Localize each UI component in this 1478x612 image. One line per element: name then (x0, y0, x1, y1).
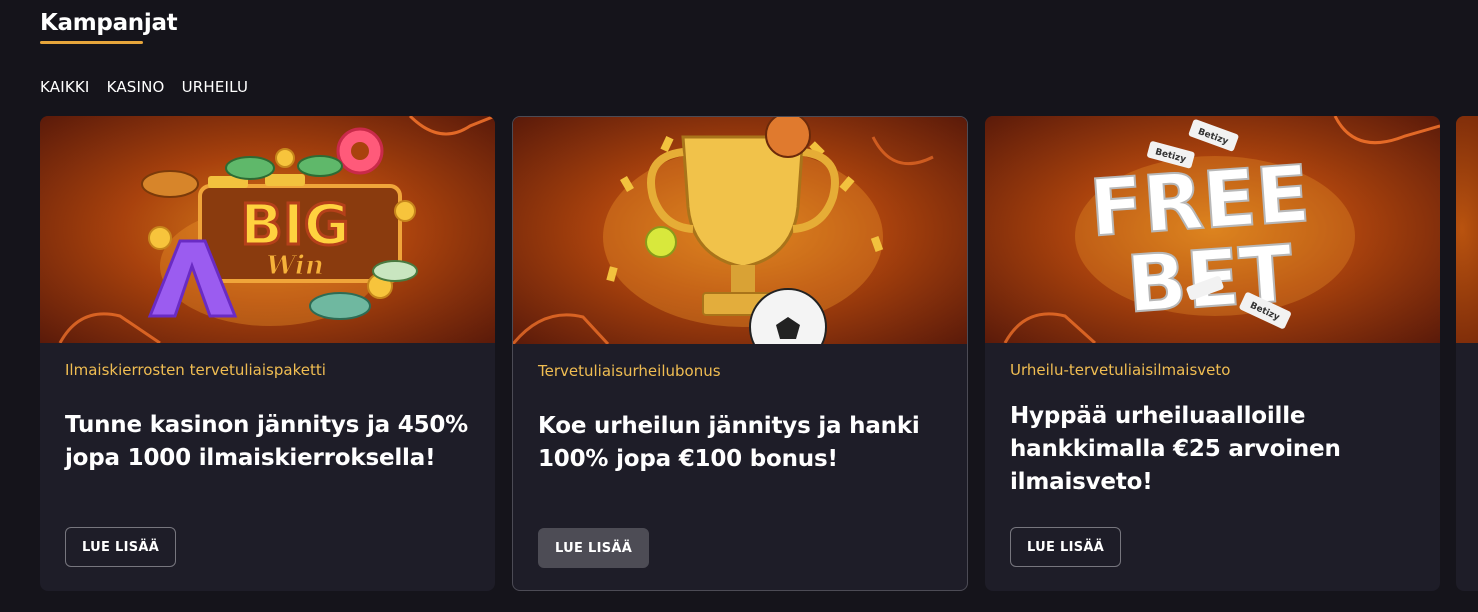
card-body: Tervetuliaisurheilubonus Koe urheilun jä… (538, 361, 942, 476)
read-more-button[interactable]: LUE LISÄÄ (65, 527, 177, 567)
promo-card-partial[interactable] (1456, 116, 1478, 591)
tab-sports[interactable]: URHEILU (182, 77, 249, 97)
promo-category: Tervetuliaisurheilubonus (538, 362, 721, 380)
read-more-button[interactable]: LUE LISÄÄ (538, 528, 650, 568)
promo-image-trophy (513, 117, 967, 344)
promo-image-free-bet: FREE BET Betizy Betizy Betizy (985, 116, 1440, 343)
promo-headline: Koe urheilun jännitys ja hanki 100% jopa… (538, 413, 920, 472)
promotions-page: Kampanjat KAIKKI KASINO URHEILU BIG Win … (0, 0, 1478, 612)
promo-category: Urheilu-tervetuliaisilmaisveto (1010, 361, 1231, 379)
card-body: Urheilu-tervetuliaisilmaisveto Hyppää ur… (1010, 360, 1415, 499)
win-text: Win (266, 251, 324, 281)
promo-headline: Tunne kasinon jännitys ja 450% jopa 1000… (65, 412, 469, 471)
promo-headline: Hyppää urheiluaalloille hankkimalla €25 … (1010, 403, 1341, 495)
promo-card-casino[interactable]: BIG Win Ilmaiskierrosten tervetuliaispak… (40, 116, 495, 591)
promo-image-partial (1456, 116, 1478, 343)
promo-card-sports-bonus[interactable]: Tervetuliaisurheilubonus Koe urheilun jä… (512, 116, 968, 591)
card-body: Ilmaiskierrosten tervetuliaispaketti Tun… (65, 360, 470, 475)
filter-tabs: KAIKKI KASINO URHEILU (40, 77, 248, 97)
page-title: Kampanjat (40, 10, 178, 36)
page-header: Kampanjat (40, 8, 178, 44)
big-text: BIG (240, 193, 349, 258)
promo-category: Ilmaiskierrosten tervetuliaispaketti (65, 361, 326, 379)
promo-image-big-win: BIG Win (40, 116, 495, 343)
read-more-button[interactable]: LUE LISÄÄ (1010, 527, 1122, 567)
promo-card-free-bet[interactable]: FREE BET Betizy Betizy Betizy (985, 116, 1440, 591)
tab-all[interactable]: KAIKKI (40, 77, 90, 97)
tab-casino[interactable]: KASINO (107, 77, 165, 97)
title-underline (40, 41, 143, 44)
